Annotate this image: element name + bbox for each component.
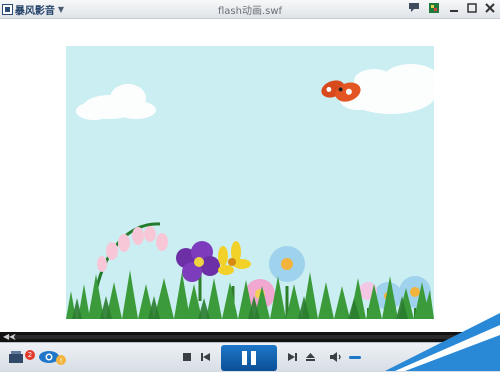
play-pause-button[interactable] [221,345,277,371]
speaker-icon [330,352,341,362]
decorative-corner-banner [385,313,500,371]
eject-button[interactable] [304,350,316,364]
pause-icon-bar-right [251,351,256,365]
svg-text:!: ! [60,357,63,365]
previous-button[interactable] [199,350,211,364]
eject-icon [305,353,315,361]
playlist-badge: 2 [25,350,35,360]
flash-animation-frame [66,46,434,319]
video-area[interactable] [0,19,500,332]
volume-button[interactable] [329,350,343,364]
maximize-icon[interactable] [465,2,479,15]
playlist-icon [9,351,23,363]
stop-button[interactable] [181,350,193,364]
window-title: flash动画.swf [217,6,283,17]
next-button[interactable] [286,350,298,364]
pause-icon-bar-left [242,351,247,365]
skin-icon[interactable] [427,2,441,15]
bell-flowers [97,226,168,272]
minimize-icon[interactable] [447,2,461,15]
playlist-button[interactable]: 2 [7,348,35,366]
stop-icon [183,353,191,361]
feedback-icon[interactable] [407,2,421,15]
next-icon [287,353,297,361]
eye-protection-button[interactable]: ! [37,348,67,366]
eye-icon: ! [39,351,66,365]
title-bar: 暴风影音 ▼ flash动画.swf [0,0,500,19]
previous-icon [200,353,210,361]
cloud-left [76,84,156,120]
close-icon[interactable] [483,2,497,15]
